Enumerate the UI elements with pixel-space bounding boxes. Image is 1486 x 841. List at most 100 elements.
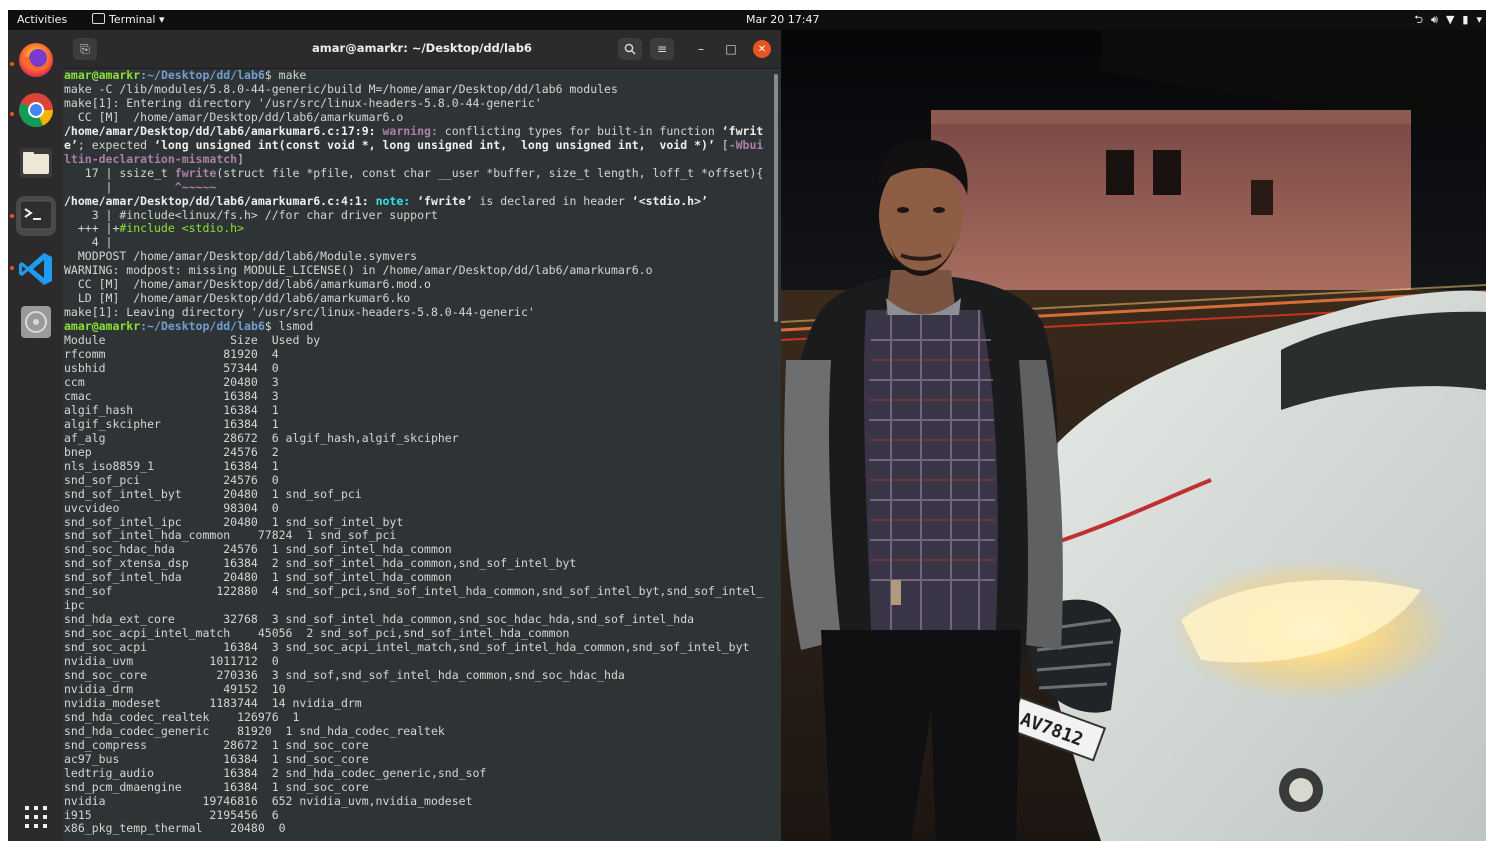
caret-marker: ^~~~~~ (174, 179, 217, 194)
lsmod-row: snd_soc_core 270336 3 snd_sof,snd_sof_in… (64, 667, 625, 682)
prompt-user: amar@amarkr (64, 319, 141, 334)
lsmod-row: nvidia_uvm 1011712 0 (64, 654, 279, 669)
minimize-button[interactable]: – (692, 40, 710, 58)
battery-icon: ▮ (1462, 13, 1469, 26)
app-menu-label: Terminal ▾ (109, 13, 165, 26)
dock (8, 30, 63, 841)
dock-item-chrome[interactable] (16, 90, 56, 130)
lsmod-row: af_alg 28672 6 algif_hash,algif_skcipher (64, 430, 459, 445)
lsmod-row: snd_sof_xtensa_dsp 16384 2 snd_sof_intel… (64, 556, 577, 571)
terminal-icon (19, 200, 53, 230)
search-button[interactable] (618, 38, 642, 60)
lsmod-row: snd_soc_hdac_hda 24576 1 snd_sof_intel_h… (64, 542, 452, 557)
search-icon (624, 43, 636, 55)
prompt-user: amar@amarkr (64, 69, 141, 82)
volume-icon: 🔊︎ (1431, 13, 1438, 26)
source-highlight: fwrite (174, 165, 217, 180)
running-indicator (10, 62, 14, 66)
system-tray[interactable]: ⮌ 🔊︎ ▼ ▮ ▾ (1406, 13, 1482, 27)
fixit-insert: #include <stdio.h> (119, 221, 245, 236)
warning-location: /home/amar/Desktop/dd/lab6/amarkumar6.c:… (64, 123, 376, 138)
vscode-icon (19, 253, 52, 285)
lsmod-row: rfcomm 81920 4 (64, 347, 279, 362)
lsmod-row: ccm 20480 3 (64, 374, 279, 389)
dock-item-firefox[interactable] (16, 40, 56, 80)
warning-function: e’ (64, 137, 78, 152)
lsmod-row: snd_soc_acpi 16384 3 snd_soc_acpi_intel_… (64, 640, 750, 655)
clock[interactable]: Mar 20 17:47 (746, 13, 819, 27)
chrome-icon (19, 93, 54, 127)
lsmod-row: algif_hash 16384 1 (64, 402, 279, 417)
maximize-icon: □ (725, 42, 737, 56)
lsmod-row: snd_sof 122880 4 snd_sof_pci,snd_sof_int… (64, 584, 764, 599)
lsmod-row: snd_sof_intel_hda_common 77824 1 snd_sof… (64, 528, 397, 543)
warning-text: ] (237, 151, 245, 166)
terminal-window[interactable]: ⎘ amar@amarkr: ~/Desktop/dd/lab6 ≡ – □ ✕… (63, 30, 781, 841)
show-applications-button[interactable] (16, 797, 56, 837)
scrollbar[interactable] (774, 74, 778, 322)
lsmod-row: snd_sof_intel_hda 20480 1 snd_sof_intel_… (64, 570, 452, 585)
app-menu-button[interactable]: Terminal ▾ (92, 13, 165, 27)
running-indicator (10, 266, 14, 270)
output-line: make[1]: Entering directory '/usr/src/li… (64, 95, 542, 110)
output-line: make -C /lib/modules/5.8.0-44-generic/bu… (64, 81, 618, 96)
terminal-output[interactable]: amar@amarkr:~/Desktop/dd/lab6$ make make… (64, 69, 772, 841)
lsmod-row: nvidia_modeset 1183744 14 nvidia_drm (64, 695, 362, 710)
lsmod-header: Module Size Used by (64, 333, 321, 348)
menu-arrow-icon: ▾ (1476, 13, 1482, 26)
warning-function: ‘fwrit (721, 123, 764, 138)
lsmod-row: nls_iso8859_1 16384 1 (64, 458, 279, 473)
minimize-icon: – (698, 42, 704, 56)
lsmod-row: snd_sof_pci 24576 0 (64, 472, 279, 487)
lsmod-row: snd_sof_intel_ipc 20480 1 snd_sof_intel_… (64, 514, 404, 529)
show-applications-icon (25, 806, 47, 828)
output-line: CC [M] /home/amar/Desktop/dd/lab6/amarku… (64, 109, 404, 124)
menu-button[interactable]: ≡ (650, 38, 674, 60)
lsmod-row: nvidia_drm 49152 10 (64, 681, 286, 696)
output-line: LD [M] /home/amar/Desktop/dd/lab6/amarku… (64, 291, 411, 306)
output-line: CC [M] /home/amar/Desktop/dd/lab6/amarku… (64, 277, 431, 292)
lsmod-output: Module Size Used by rfcomm 81920 4 usbhi… (64, 333, 763, 835)
note-label: note: (368, 193, 411, 208)
terminal-app-icon (92, 13, 105, 24)
source-line: (struct file *pfile, const char __user *… (216, 165, 764, 180)
command-lsmod: $ lsmod (264, 319, 314, 334)
desktop-screen: Activities Terminal ▾ Mar 20 17:47 ⮌ 🔊︎ ▼ ▮… (8, 10, 1486, 841)
firefox-icon (19, 43, 53, 77)
lsmod-row: snd_hda_codec_realtek 126976 1 (64, 709, 300, 724)
output-line: MODPOST /home/amar/Desktop/dd/lab6/Modul… (64, 249, 418, 264)
note-location: /home/amar/Desktop/dd/lab6/amarkumar6.c:… (64, 193, 369, 208)
dock-item-files[interactable] (16, 143, 56, 183)
lsmod-row: snd_sof_intel_byt 20480 1 snd_sof_pci (64, 486, 362, 501)
activities-button[interactable]: Activities (17, 13, 67, 27)
lsmod-row: cmac 16384 3 (64, 388, 279, 403)
source-line: 3 | #include<linux/fs.h> //for char driv… (64, 207, 438, 222)
wallpaper-photo: AV7812 (781, 30, 1486, 841)
dock-item-disc[interactable] (16, 302, 56, 342)
terminal-headerbar[interactable]: ⎘ amar@amarkr: ~/Desktop/dd/lab6 ≡ – □ ✕ (63, 30, 781, 69)
lsmod-row: ac97_bus 16384 1 snd_soc_core (64, 751, 369, 766)
lsmod-row: snd_hda_ext_core 32768 3 snd_sof_intel_h… (64, 612, 695, 627)
lsmod-row: snd_pcm_dmaengine 16384 1 snd_soc_core (64, 779, 369, 794)
microphone-icon: ▼ (1445, 13, 1455, 26)
warning-label: warning: (375, 123, 438, 138)
note-header: ‘<stdio.h>’ (631, 193, 708, 208)
source-line: 17 | ssize_t (64, 165, 175, 180)
lsmod-row: algif_skcipher 16384 1 (64, 416, 279, 431)
dock-item-vscode[interactable] (16, 249, 56, 289)
lsmod-row: i915 2195456 6 (64, 807, 279, 822)
portrait-photo: AV7812 (781, 30, 1486, 841)
warning-text: [ (714, 137, 729, 152)
maximize-button[interactable]: □ (722, 40, 740, 58)
lsmod-row: snd_hda_codec_generic 81920 1 snd_hda_co… (64, 723, 445, 738)
disc-icon (21, 306, 51, 338)
lsmod-row: ledtrig_audio 16384 2 snd_hda_codec_gene… (64, 765, 487, 780)
close-button[interactable]: ✕ (753, 40, 771, 58)
dock-item-terminal[interactable] (16, 196, 56, 236)
lsmod-row: nvidia 19746816 652 nvidia_uvm,nvidia_mo… (64, 793, 473, 808)
warning-text: ; expected (77, 137, 155, 152)
note-text: is declared in header (472, 193, 632, 208)
lsmod-row: uvcvideo 98304 0 (64, 500, 279, 515)
files-icon (20, 148, 52, 178)
lsmod-row: snd_compress 28672 1 snd_soc_core (64, 737, 369, 752)
